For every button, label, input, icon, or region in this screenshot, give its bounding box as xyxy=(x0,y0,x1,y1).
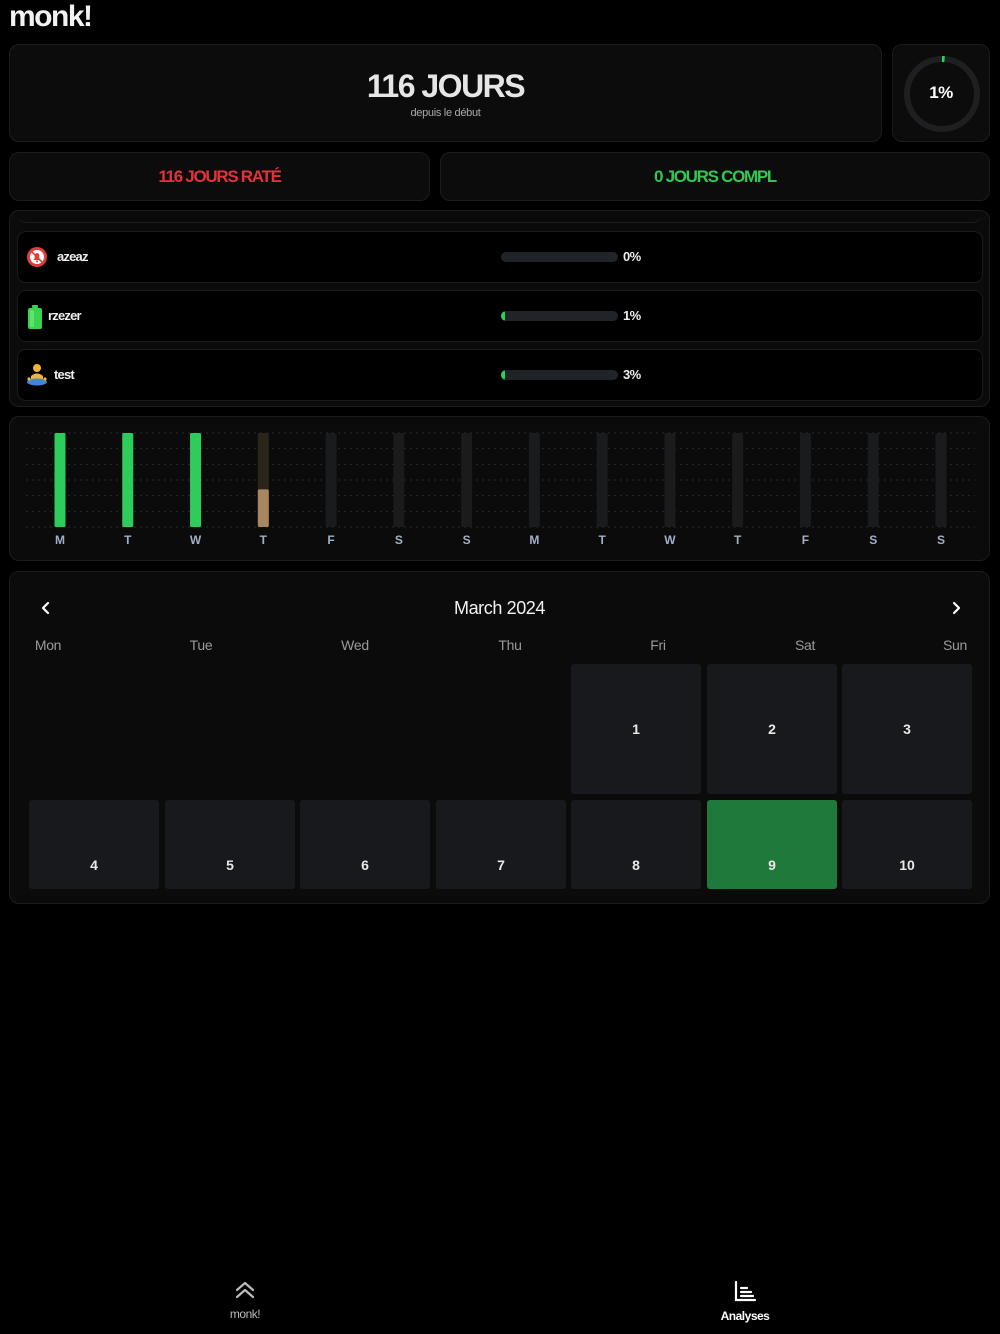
habit-progress-bar xyxy=(501,370,618,380)
calendar-month-title: March 2024 xyxy=(453,598,546,618)
chart-tick-label: S xyxy=(463,533,471,547)
chart-bar xyxy=(257,489,269,527)
habit-row-rzezer[interactable]: rzezer 1% xyxy=(17,290,983,342)
missed-days-label: 116 JOURS RATÉ xyxy=(158,166,282,186)
weekday-label: Tue xyxy=(189,637,213,653)
habit-row-test[interactable]: test 3% xyxy=(17,349,983,401)
chart-tick-label: W xyxy=(664,533,676,547)
weekday-label: Wed xyxy=(341,637,369,653)
chart-bar-track xyxy=(393,433,405,527)
calendar-day[interactable]: 7 xyxy=(436,800,566,889)
chart-tick-label: T xyxy=(260,533,268,547)
habit-name: test xyxy=(54,367,75,382)
habits-list-divider xyxy=(18,211,981,223)
chart-tick-label: M xyxy=(529,533,539,547)
progress-ring-card: 1% xyxy=(892,44,990,142)
tab-label: monk! xyxy=(229,1307,261,1321)
habit-progress-fill xyxy=(501,311,505,321)
weekly-bar-chart: MTWTFSSMTWTFSS xyxy=(26,432,975,547)
chart-bar-track xyxy=(325,433,337,527)
calendar: March 2024 Mon Tue Wed Thu Fri Sat Sun 1… xyxy=(9,571,990,904)
tab-label: Analyses xyxy=(720,1309,770,1323)
chart-bar-track xyxy=(732,433,744,527)
habit-name: rzezer xyxy=(48,308,82,323)
chart-bar-track xyxy=(935,433,947,527)
habit-percent: 0% xyxy=(623,249,641,264)
app-title: monk! xyxy=(9,0,93,33)
double-chevron-up-icon xyxy=(234,1280,256,1303)
chart-bar xyxy=(122,433,134,527)
completed-days-label: 0 JOURS COMPL xyxy=(654,166,777,186)
progress-ring-label: 1% xyxy=(929,83,953,102)
chart-bar xyxy=(190,433,202,527)
no-bell-icon xyxy=(26,246,48,268)
calendar-day[interactable]: 4 xyxy=(29,800,159,889)
chart-tick-label: F xyxy=(327,533,334,547)
habit-percent: 1% xyxy=(623,308,641,323)
days-since-start-caption: depuis le début xyxy=(410,106,481,119)
chart-tick-label: T xyxy=(734,533,742,547)
bar-chart-icon xyxy=(733,1280,757,1305)
habit-row-azeaz[interactable]: azeaz 0% xyxy=(17,231,983,283)
chart-bar-track xyxy=(867,433,879,527)
completed-days-card: 0 JOURS COMPL xyxy=(440,152,990,201)
chart-bar-track xyxy=(799,433,811,527)
chevron-right-icon[interactable] xyxy=(944,596,968,620)
chart-tick-label: F xyxy=(802,533,809,547)
chart-tick-label: T xyxy=(598,533,606,547)
calendar-day[interactable]: 6 xyxy=(300,800,430,889)
chart-tick-label: S xyxy=(937,533,945,547)
habit-progress-fill xyxy=(501,370,505,380)
chart-bar-track xyxy=(461,433,473,527)
weekday-label: Sat xyxy=(794,637,816,653)
habits-list: azeaz 0% rzezer 1% test 3% xyxy=(9,210,990,407)
weekly-bar-chart-card: MTWTFSSMTWTFSS xyxy=(9,416,990,561)
habit-progress-bar xyxy=(501,252,618,262)
weekday-label: Thu xyxy=(498,637,522,653)
chart-tick-label: S xyxy=(869,533,877,547)
calendar-day[interactable]: 2 xyxy=(707,664,837,794)
chart-bar-track xyxy=(664,433,676,527)
calendar-day[interactable]: 5 xyxy=(165,800,295,889)
calendar-day-completed[interactable]: 9 xyxy=(707,800,837,889)
chart-bar-track xyxy=(528,433,540,527)
chart-tick-label: T xyxy=(124,533,132,547)
weekday-label: Fri xyxy=(650,637,666,653)
missed-days-card: 116 JOURS RATÉ xyxy=(9,152,430,201)
weekday-label: Mon xyxy=(34,637,62,653)
tab-monk[interactable]: monk! xyxy=(185,1280,305,1321)
meditation-icon xyxy=(26,363,48,386)
weekday-label: Sun xyxy=(942,637,968,653)
chart-tick-label: W xyxy=(190,533,202,547)
chart-bar xyxy=(54,433,66,527)
chart-tick-label: M xyxy=(55,533,65,547)
chart-bar-track xyxy=(596,433,608,527)
calendar-day[interactable]: 3 xyxy=(842,664,972,794)
habit-name: azeaz xyxy=(57,249,88,264)
days-since-start-value: 116 JOURS xyxy=(366,67,526,104)
habit-percent: 3% xyxy=(623,367,641,382)
chart-tick-label: S xyxy=(395,533,403,547)
habit-progress-bar xyxy=(501,311,618,321)
calendar-day[interactable]: 1 xyxy=(571,664,701,794)
days-since-start-card: 116 JOURS depuis le début xyxy=(9,44,882,142)
calendar-day[interactable]: 8 xyxy=(571,800,701,889)
calendar-day[interactable]: 10 xyxy=(842,800,972,889)
battery-icon xyxy=(27,305,49,329)
tab-analyses[interactable]: Analyses xyxy=(685,1280,805,1323)
